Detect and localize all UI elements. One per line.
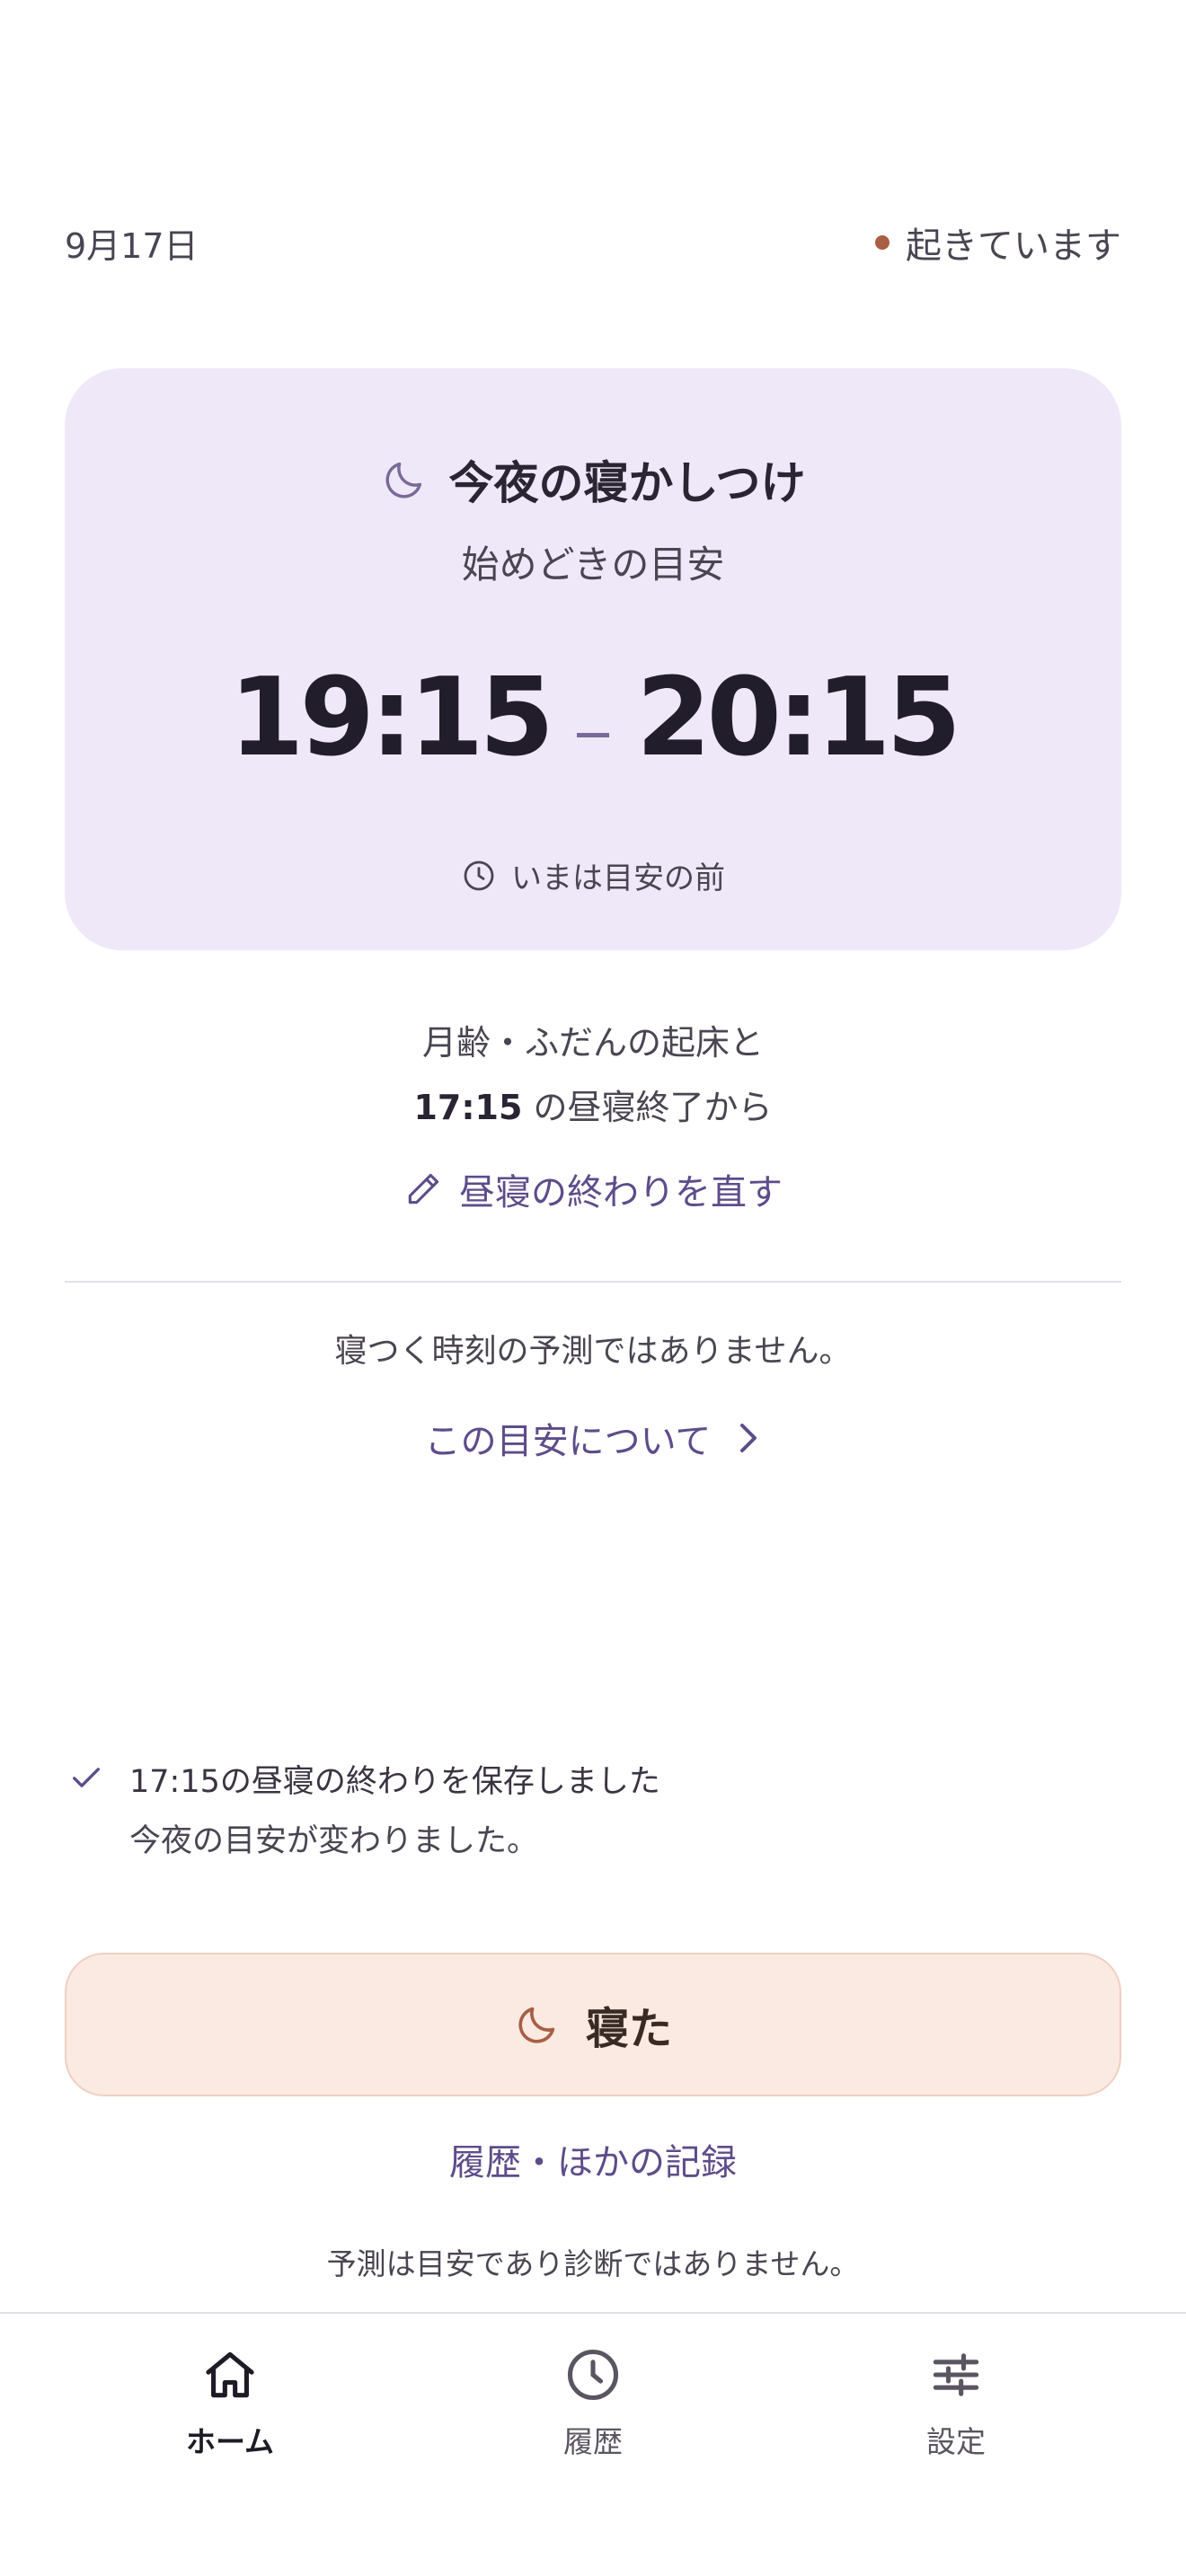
window-start-time: 19:15 xyxy=(229,656,554,781)
window-status-text: いまは目安の前 xyxy=(511,860,725,896)
saved-message: 17:15の昼寝の終わりを保存しました xyxy=(129,1764,660,1800)
saved-submessage: 今夜の目安が変わりました。 xyxy=(129,1823,539,1859)
about-estimate-link[interactable]: この目安について xyxy=(0,1412,1186,1464)
status-dot xyxy=(875,235,890,250)
edit-nap-end-label: 昼寝の終わりを直す xyxy=(459,1172,783,1213)
nav-settings-label: 設定 xyxy=(926,2424,986,2459)
bottom-navigation: ホーム 履歴 設定 xyxy=(0,2312,1186,2576)
window-end-time: 20:15 xyxy=(636,656,961,781)
nav-tab-home[interactable]: ホーム xyxy=(95,2344,365,2461)
window-status-note: いまは目安の前 xyxy=(65,853,1121,897)
nav-home-label: ホーム xyxy=(185,2424,274,2459)
bedtime-window-range: 19:15 20:15 xyxy=(65,656,1121,781)
basis-line-2-suffix: の昼寝終了から xyxy=(522,1088,773,1127)
card-subtitle: 始めどきの目安 xyxy=(461,543,725,587)
check-icon xyxy=(73,1768,101,1787)
header: 9月17日 起きています xyxy=(65,216,1121,269)
nav-history-label: 履歴 xyxy=(563,2424,623,2459)
home-screen: 9月17日 起きています 今夜の寝かしつけ 始めどきの目安 19:15 20:1… xyxy=(0,0,1186,2576)
fell-asleep-label: 寝た xyxy=(585,2006,672,2053)
card-title: 今夜の寝かしつけ xyxy=(65,447,1121,512)
basis-line-2: 17:15 の昼寝終了から xyxy=(0,1075,1186,1140)
moon-icon xyxy=(518,2007,555,2043)
date-label: 9月17日 xyxy=(65,225,199,266)
sliders-icon xyxy=(933,2353,979,2396)
pencil-icon xyxy=(408,1173,439,1204)
section-divider xyxy=(65,1281,1121,1283)
awake-status: 起きています xyxy=(875,216,1121,269)
status-label: 起きています xyxy=(906,225,1121,267)
moon-icon xyxy=(385,462,421,498)
range-dash xyxy=(577,733,609,737)
home-icon xyxy=(206,2351,254,2398)
window-basis-text: 月齢・ふだんの起床と 17:15 の昼寝終了から xyxy=(0,1010,1186,1140)
nav-tab-settings[interactable]: 設定 xyxy=(821,2344,1091,2461)
history-clock-icon xyxy=(567,2349,619,2401)
bedtime-window-card: 今夜の寝かしつけ 始めどきの目安 19:15 20:15 いまは目安の前 xyxy=(65,368,1121,950)
about-estimate-label: この目安について xyxy=(424,1421,712,1462)
card-title-text: 今夜の寝かしつけ xyxy=(448,457,806,509)
prediction-disclaimer: 寝つく時刻の予測ではありません。 xyxy=(334,1333,852,1370)
nav-tab-history[interactable]: 履歴 xyxy=(458,2344,728,2461)
footer-disclaimer: 予測は目安であり診断ではありません。 xyxy=(326,2246,860,2281)
history-other-records-link[interactable]: 履歴・ほかの記録 xyxy=(0,2133,1186,2185)
nap-end-time: 17:15 xyxy=(413,1088,523,1127)
basis-line-1: 月齢・ふだんの起床と xyxy=(421,1023,764,1063)
clock-icon xyxy=(464,860,494,890)
edit-nap-end-link[interactable]: 昼寝の終わりを直す xyxy=(0,1163,1186,1215)
chevron-right-icon xyxy=(740,1424,757,1452)
fell-asleep-button[interactable]: 寝た xyxy=(65,1953,1121,2096)
